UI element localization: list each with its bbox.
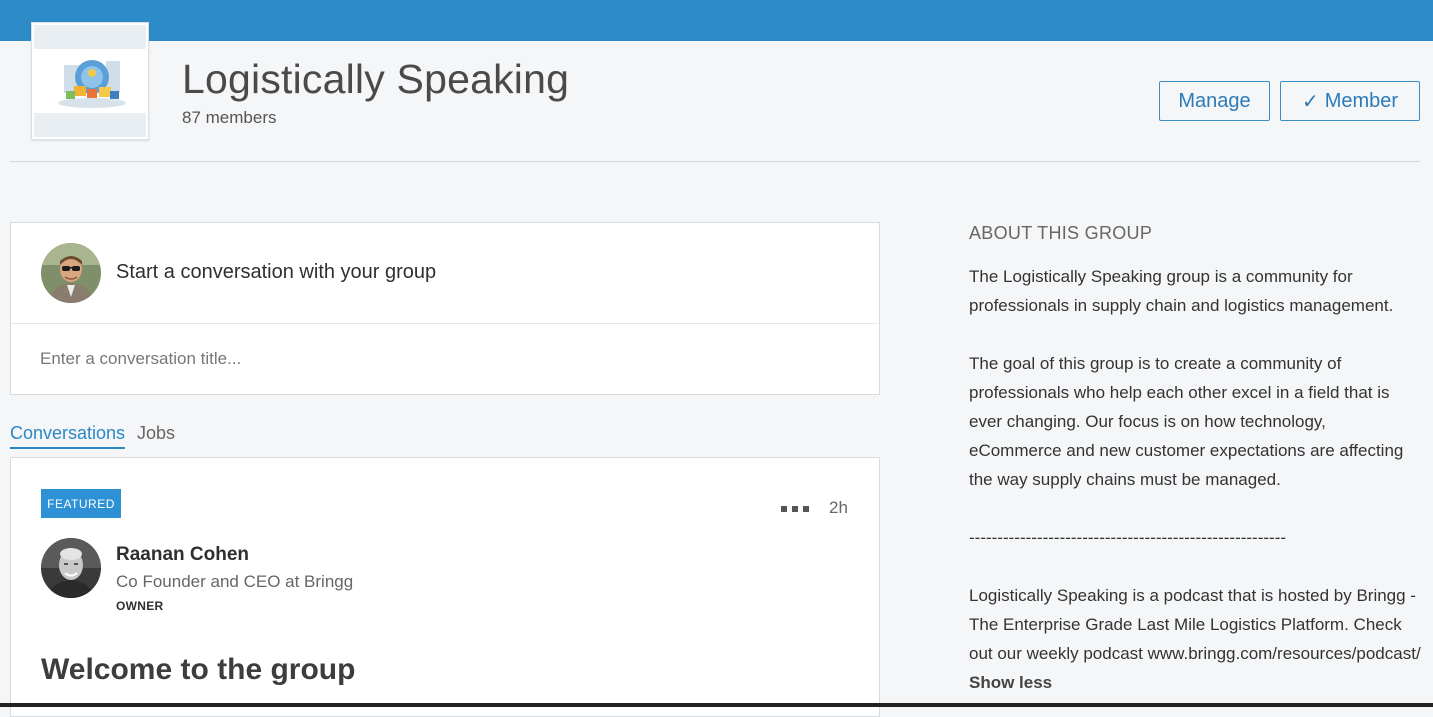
member-count[interactable]: 87 members [182, 108, 276, 128]
tab-conversations[interactable]: Conversations [10, 420, 126, 449]
author-avatar[interactable] [41, 538, 101, 598]
composer-prompt[interactable]: Start a conversation with your group [116, 261, 436, 284]
about-heading: ABOUT THIS GROUP [969, 223, 1153, 243]
manage-button[interactable]: Manage [1159, 81, 1270, 121]
owner-badge: OWNER [116, 599, 164, 613]
user-avatar[interactable] [41, 243, 101, 303]
bottom-edge [0, 703, 1433, 707]
composer-divider [11, 323, 879, 324]
about-separator: ----------------------------------------… [969, 528, 1287, 547]
show-less-link[interactable]: Show less [969, 673, 1052, 692]
more-horizontal-icon[interactable] [781, 506, 809, 512]
about-paragraph: Logistically Speaking is a podcast that … [969, 586, 1421, 663]
group-logo-illustration [58, 60, 126, 108]
member-button-label: Member [1324, 89, 1399, 112]
author-headline: Co Founder and CEO at Bringg [116, 572, 354, 591]
group-title: Logistically Speaking [182, 56, 570, 102]
about-paragraph: The goal of this group is to create a co… [969, 354, 1404, 489]
tab-jobs[interactable]: Jobs [137, 420, 175, 446]
conversation-composer: Start a conversation with your group [10, 222, 880, 395]
post-timestamp: 2h [829, 498, 848, 517]
group-logo [31, 22, 149, 140]
top-nav-bar [0, 0, 1433, 41]
check-icon: ✓ [1301, 90, 1319, 113]
about-paragraph-podcast: Logistically Speaking is a podcast that … [969, 581, 1421, 697]
logo-band-bottom [34, 113, 146, 137]
author-name[interactable]: Raanan Cohen [116, 544, 249, 566]
header-divider [10, 161, 1420, 162]
about-paragraph: The Logistically Speaking group is a com… [969, 267, 1394, 315]
featured-badge: FEATURED [41, 489, 121, 518]
member-button[interactable]: ✓ Member [1280, 81, 1420, 121]
conversation-title-input[interactable] [40, 345, 840, 373]
featured-post: FEATURED 2h Raanan Cohen Co Founder and … [10, 457, 880, 717]
about-description: The Logistically Speaking group is a com… [969, 262, 1421, 697]
post-title[interactable]: Welcome to the group [41, 651, 355, 689]
logo-band-top [34, 25, 146, 49]
